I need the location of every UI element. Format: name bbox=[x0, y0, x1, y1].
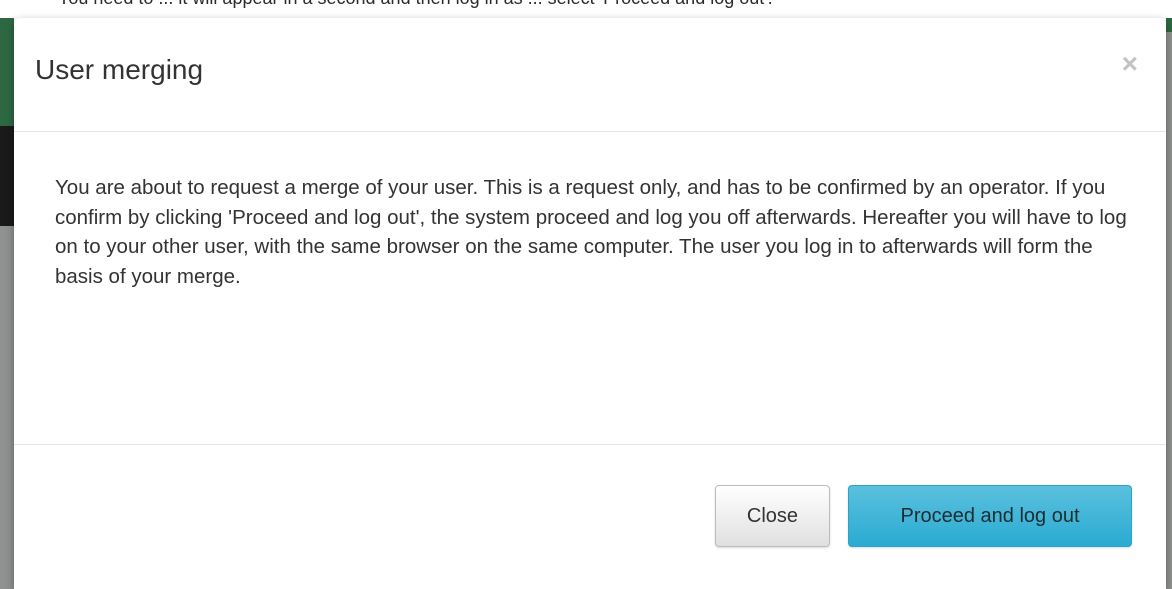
modal-footer: Close Proceed and log out bbox=[14, 445, 1166, 589]
background-dark-band bbox=[0, 126, 14, 226]
background-page-text: You need to ... it will appear in a seco… bbox=[58, 0, 773, 9]
background-overlay-right bbox=[1166, 32, 1172, 589]
close-icon[interactable]: × bbox=[1122, 50, 1138, 78]
background-page-text-strip: You need to ... it will appear in a seco… bbox=[0, 0, 1172, 18]
modal-body-text: You are about to request a merge of your… bbox=[55, 176, 1127, 288]
background-header-green-right bbox=[1166, 18, 1172, 32]
modal-title: User merging bbox=[35, 54, 204, 85]
modal-header: User merging × bbox=[14, 18, 1166, 132]
user-merging-modal: User merging × You are about to request … bbox=[14, 18, 1166, 589]
proceed-and-log-out-button[interactable]: Proceed and log out bbox=[848, 485, 1132, 547]
close-button[interactable]: Close bbox=[715, 485, 830, 547]
background-header-green bbox=[0, 18, 14, 126]
modal-body: You are about to request a merge of your… bbox=[14, 132, 1166, 445]
